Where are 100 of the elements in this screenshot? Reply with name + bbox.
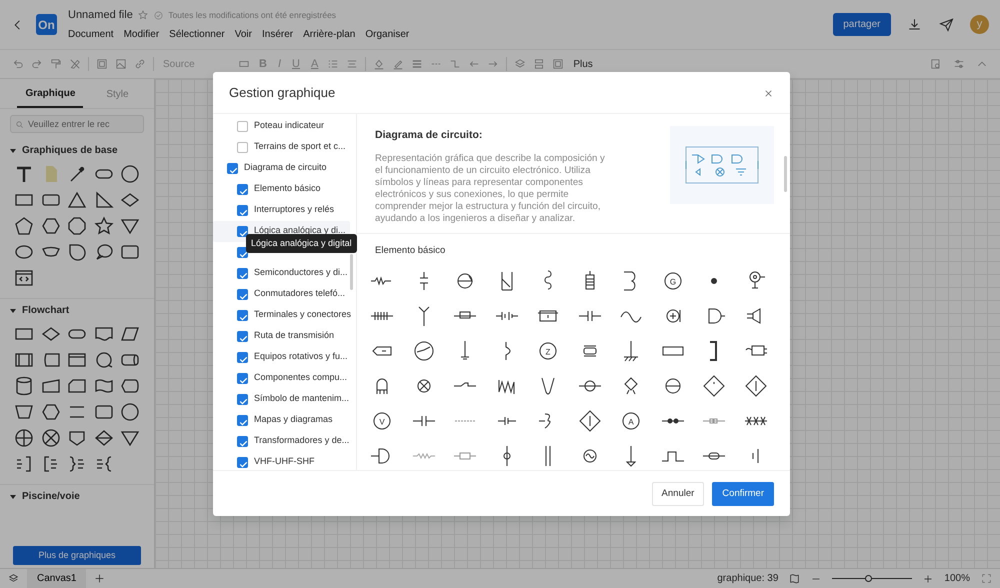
hexagon-icon[interactable] <box>40 402 60 422</box>
format-painter-icon[interactable] <box>50 58 62 70</box>
slider-thumb[interactable] <box>865 574 872 582</box>
checkbox[interactable] <box>237 142 248 153</box>
page-tab[interactable]: Canvas1 <box>27 569 86 588</box>
fill-icon[interactable] <box>373 58 386 70</box>
confirm-button[interactable]: Confirmer <box>712 482 774 506</box>
download-icon[interactable] <box>907 17 922 32</box>
tree-item-label[interactable]: Equipos rotativos y fu... <box>254 350 348 364</box>
checkbox[interactable] <box>237 394 248 405</box>
tree-item-label[interactable]: Componentes compu... <box>254 371 348 385</box>
tree-item-label[interactable]: Símbolo de mantenim... <box>254 392 350 406</box>
sidebar-tab[interactable]: Graphique <box>17 81 84 108</box>
layers-icon[interactable] <box>8 573 19 584</box>
checkbox[interactable] <box>237 226 248 237</box>
leaf-icon[interactable] <box>67 242 87 262</box>
tree-item-label[interactable]: Semiconductores y di... <box>254 266 348 280</box>
group-icon[interactable] <box>552 58 564 70</box>
line-weight-icon[interactable] <box>411 58 424 70</box>
octagon-icon[interactable] <box>67 216 87 236</box>
checkbox[interactable] <box>237 120 248 132</box>
tree-item-label[interactable]: Terrains de sport et c... <box>254 140 346 154</box>
font-size-icon[interactable] <box>238 58 250 70</box>
triangle-icon[interactable] <box>67 190 87 210</box>
right-triangle-icon[interactable] <box>94 190 114 210</box>
map-icon[interactable] <box>789 573 800 584</box>
circle-icon[interactable] <box>94 350 114 370</box>
checkbox[interactable] <box>237 246 248 258</box>
checkbox[interactable] <box>227 162 238 174</box>
tree-item-label[interactable]: Terminales y conectores <box>254 308 352 322</box>
plus-circle-icon[interactable] <box>14 428 34 448</box>
zoom-in-icon[interactable] <box>923 574 934 584</box>
search-field[interactable]: Veuillez entrer le rec <box>10 115 144 133</box>
fullscreen-icon[interactable] <box>981 573 992 584</box>
distribute-icon[interactable] <box>533 58 546 70</box>
hexagon-icon[interactable] <box>40 216 60 236</box>
cylinder-icon[interactable] <box>14 376 34 396</box>
frame-icon[interactable] <box>96 58 108 70</box>
menu-item[interactable]: Document <box>63 27 119 42</box>
checkbox[interactable] <box>237 330 248 342</box>
diamond-icon[interactable] <box>576 408 602 433</box>
more-dropdown[interactable]: Plus <box>571 56 595 72</box>
star-icon[interactable] <box>138 10 148 20</box>
diamond-icon[interactable] <box>701 374 727 398</box>
section-title[interactable]: Flowchart <box>22 303 70 318</box>
checkbox[interactable] <box>237 204 248 216</box>
tree-item-label[interactable]: Transformadores y de... <box>254 434 350 448</box>
circle-icon[interactable] <box>120 164 140 184</box>
diamond-icon[interactable] <box>742 374 768 398</box>
checkbox[interactable] <box>237 184 248 195</box>
annotation-icon[interactable] <box>67 454 87 474</box>
tree-item-label[interactable]: Poteau indicateur <box>254 119 324 133</box>
speech-bubble-icon[interactable] <box>94 242 114 262</box>
find-icon[interactable] <box>930 58 942 70</box>
tree-item-label[interactable]: VHF-UHF-SHF <box>254 455 314 469</box>
tree-item-label[interactable]: Mapas y diagramas <box>254 413 333 427</box>
share-button[interactable]: partager <box>833 13 890 36</box>
menu-item[interactable]: Organiser <box>360 27 414 42</box>
menu-item[interactable]: Modifier <box>118 27 164 42</box>
split-diamond-icon[interactable] <box>94 428 114 448</box>
checkbox[interactable] <box>237 372 248 384</box>
eraser-icon[interactable] <box>69 58 81 70</box>
checkbox[interactable] <box>237 288 248 300</box>
caret-icon[interactable] <box>10 148 16 152</box>
tree-item-label[interactable]: Conmutadores telefó... <box>254 287 346 301</box>
image-icon[interactable] <box>115 58 127 70</box>
tree-item-label[interactable]: Diagrama de circuito <box>244 161 327 175</box>
tree-item-label[interactable]: Elemento básico <box>254 182 321 196</box>
menu-item[interactable]: Insérer <box>256 27 298 42</box>
settings-icon[interactable] <box>953 58 965 70</box>
menu-item[interactable]: Arrière-plan <box>298 27 360 42</box>
menu-item[interactable]: Voir <box>230 27 257 42</box>
text-tool-icon[interactable] <box>14 164 34 184</box>
cancel-button[interactable]: Annuler <box>652 482 704 506</box>
menu-item[interactable]: Sélectionner <box>164 27 230 42</box>
link-icon[interactable] <box>134 58 146 70</box>
caret-icon[interactable] <box>10 494 16 498</box>
checkbox[interactable] <box>237 414 248 426</box>
pentagon-icon[interactable] <box>14 216 34 236</box>
checkbox[interactable] <box>237 310 248 321</box>
more-shapes-button[interactable]: Plus de graphiques <box>13 546 141 566</box>
section-title[interactable]: Piscine/voie <box>22 489 80 504</box>
undo-icon[interactable] <box>12 58 24 70</box>
add-icon[interactable] <box>94 573 106 584</box>
star-icon[interactable] <box>94 216 114 236</box>
checkbox[interactable] <box>237 436 248 447</box>
category-title: Diagrama de circuito: <box>375 128 484 143</box>
send-icon[interactable] <box>938 17 954 32</box>
circle-icon[interactable] <box>120 402 140 422</box>
checkbox[interactable] <box>237 456 248 468</box>
code-icon[interactable] <box>14 268 34 288</box>
redo-icon[interactable] <box>31 58 43 70</box>
checkbox[interactable] <box>237 352 248 363</box>
file-name[interactable]: Unnamed file <box>68 6 133 24</box>
caret-icon[interactable] <box>10 308 16 312</box>
section-title[interactable]: Graphiques de base <box>22 143 118 158</box>
tree-item-label[interactable]: Interruptores y relés <box>254 203 334 217</box>
cross-circle-icon[interactable] <box>40 428 60 448</box>
checkbox[interactable] <box>237 268 248 279</box>
tree-item-label[interactable]: Ruta de transmisión <box>254 329 334 343</box>
